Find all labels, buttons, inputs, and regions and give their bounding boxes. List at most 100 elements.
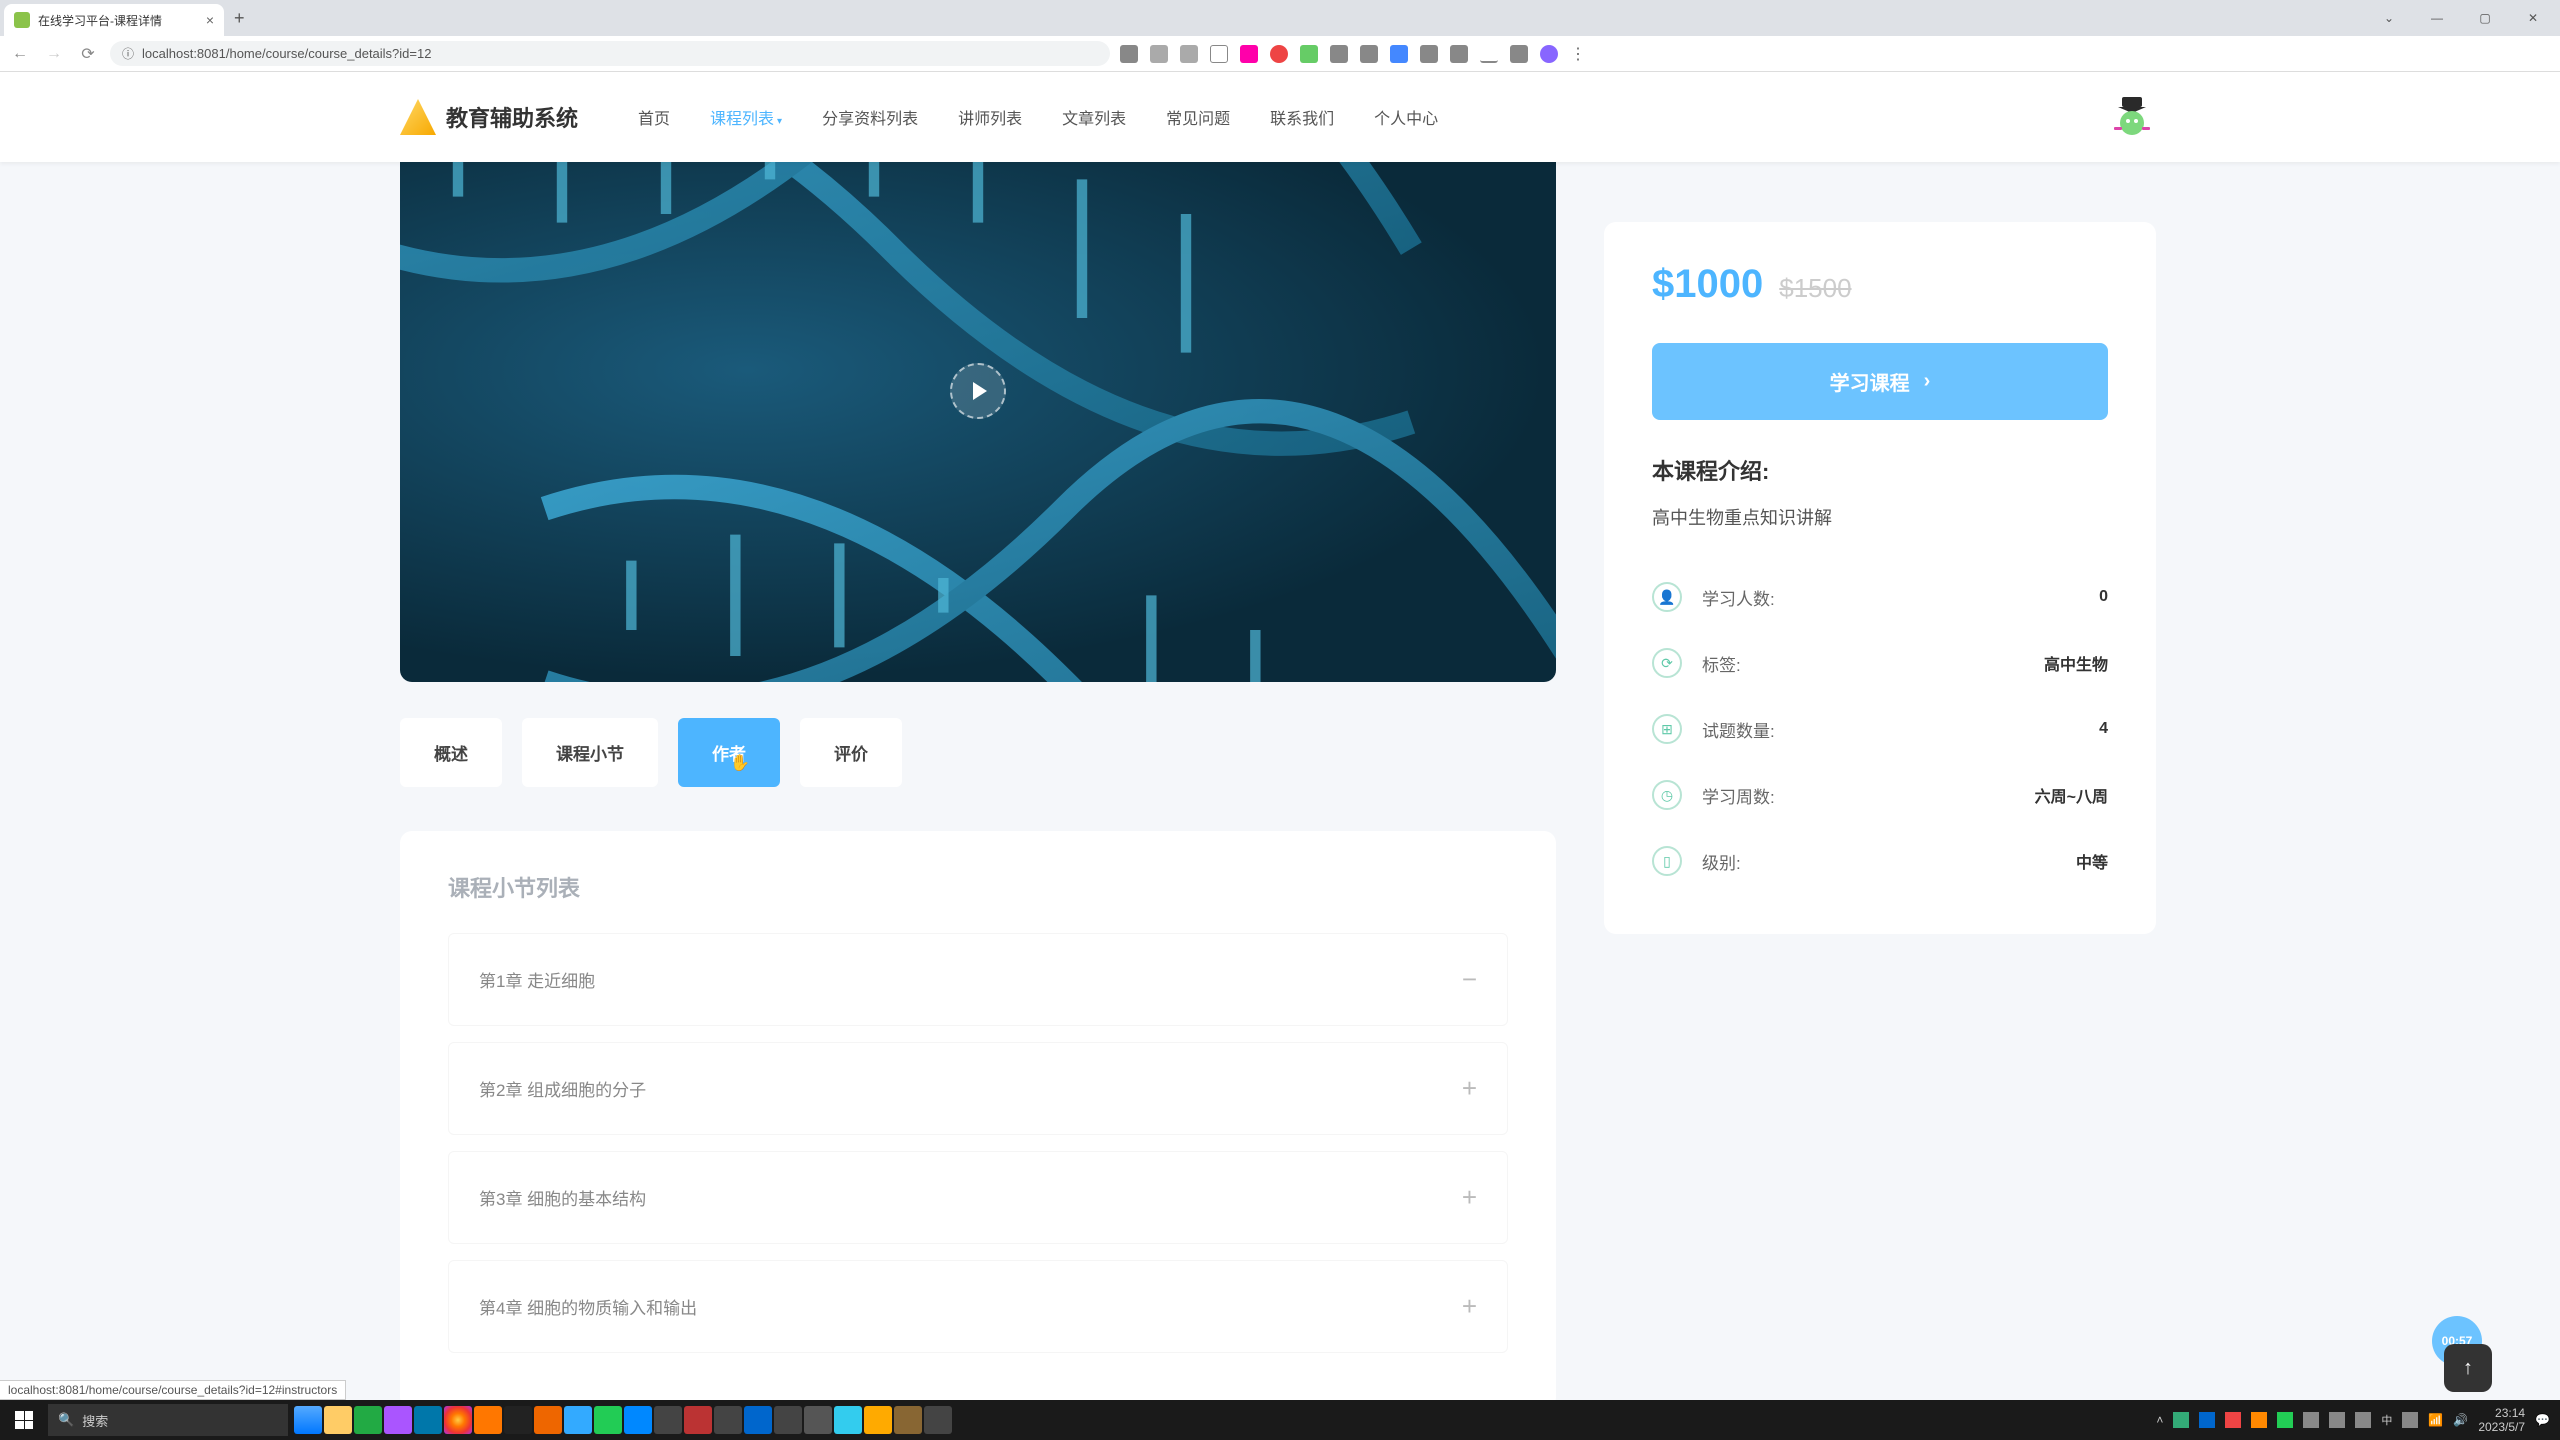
task-icon[interactable] bbox=[684, 1406, 712, 1434]
reload-button[interactable]: ⟳ bbox=[76, 44, 100, 64]
tray-icon[interactable] bbox=[2355, 1412, 2371, 1428]
task-icon[interactable] bbox=[534, 1406, 562, 1434]
share-icon[interactable] bbox=[1180, 45, 1198, 63]
star-icon[interactable] bbox=[1210, 45, 1228, 63]
tray-chevron-icon[interactable]: ˄ bbox=[2156, 1413, 2163, 1427]
translate-icon[interactable] bbox=[1390, 45, 1408, 63]
download-icon[interactable] bbox=[1480, 45, 1498, 63]
task-icon[interactable] bbox=[714, 1406, 742, 1434]
tray-icon[interactable] bbox=[2402, 1412, 2418, 1428]
ext-icon[interactable] bbox=[1150, 45, 1168, 63]
profile-avatar[interactable] bbox=[1540, 45, 1558, 63]
tray-icon[interactable] bbox=[2329, 1412, 2345, 1428]
ext-icon[interactable] bbox=[1330, 45, 1348, 63]
minimize-button[interactable]: — bbox=[2414, 3, 2460, 33]
play-button[interactable] bbox=[950, 363, 1006, 419]
task-icon[interactable] bbox=[504, 1406, 532, 1434]
task-icon[interactable] bbox=[294, 1406, 322, 1434]
logo[interactable]: 教育辅助系统 bbox=[400, 99, 578, 135]
taskbar-clock[interactable]: 23:14 2023/5/7 bbox=[2478, 1406, 2525, 1435]
collapse-icon[interactable]: − bbox=[1462, 964, 1477, 995]
chapter-row[interactable]: 第3章 细胞的基本结构 + bbox=[448, 1151, 1508, 1244]
taskbar-search[interactable]: 🔍 搜索 bbox=[48, 1404, 288, 1436]
nav-home[interactable]: 首页 bbox=[638, 105, 670, 129]
tray-icon[interactable] bbox=[2173, 1412, 2189, 1428]
chevron-down-icon[interactable]: ⌄ bbox=[2366, 3, 2412, 33]
tab-close-icon[interactable]: × bbox=[206, 12, 214, 28]
enroll-button[interactable]: 学习课程 › bbox=[1652, 343, 2108, 420]
ext-icon[interactable] bbox=[1360, 45, 1378, 63]
maximize-button[interactable]: ▢ bbox=[2462, 3, 2508, 33]
url-bar[interactable]: ⓘ localhost:8081/home/course/course_deta… bbox=[110, 41, 1110, 66]
play-icon bbox=[973, 382, 987, 400]
task-icon[interactable] bbox=[414, 1406, 442, 1434]
ext-icon[interactable] bbox=[1240, 45, 1258, 63]
site-info-icon[interactable]: ⓘ bbox=[122, 45, 134, 62]
nav-profile[interactable]: 个人中心 bbox=[1374, 105, 1438, 129]
nav-share[interactable]: 分享资料列表 bbox=[822, 105, 918, 129]
task-icon[interactable] bbox=[624, 1406, 652, 1434]
new-tab-button[interactable]: + bbox=[224, 8, 255, 29]
user-avatar[interactable] bbox=[2104, 93, 2160, 141]
task-icon[interactable] bbox=[384, 1406, 412, 1434]
chapter-row[interactable]: 第1章 走近细胞 − bbox=[448, 933, 1508, 1026]
close-button[interactable]: ✕ bbox=[2510, 3, 2556, 33]
nav-courses[interactable]: 课程列表▾ bbox=[710, 105, 782, 129]
task-icon[interactable] bbox=[444, 1406, 472, 1434]
task-icon[interactable] bbox=[744, 1406, 772, 1434]
expand-icon[interactable]: + bbox=[1462, 1073, 1477, 1104]
start-button[interactable] bbox=[0, 1400, 48, 1440]
task-icon[interactable] bbox=[594, 1406, 622, 1434]
tab-reviews[interactable]: 评价 bbox=[800, 718, 902, 787]
tab-sections[interactable]: 课程小节 bbox=[522, 718, 658, 787]
chapter-row[interactable]: 第2章 组成细胞的分子 + bbox=[448, 1042, 1508, 1135]
browser-tab[interactable]: 在线学习平台-课程详情 × bbox=[4, 4, 224, 36]
task-icon[interactable] bbox=[774, 1406, 802, 1434]
task-icon[interactable] bbox=[834, 1406, 862, 1434]
task-icon[interactable] bbox=[804, 1406, 832, 1434]
nav-articles[interactable]: 文章列表 bbox=[1062, 105, 1126, 129]
task-icon[interactable] bbox=[564, 1406, 592, 1434]
tray-icon[interactable] bbox=[2251, 1412, 2267, 1428]
task-icon[interactable] bbox=[924, 1406, 952, 1434]
task-icon[interactable] bbox=[864, 1406, 892, 1434]
task-icon[interactable] bbox=[354, 1406, 382, 1434]
tray-icon[interactable] bbox=[2199, 1412, 2215, 1428]
notification-icon[interactable]: 💬 bbox=[2535, 1413, 2550, 1427]
task-icon[interactable] bbox=[654, 1406, 682, 1434]
info-value: 中等 bbox=[2076, 849, 2108, 873]
windows-icon bbox=[15, 1411, 33, 1429]
expand-icon[interactable]: + bbox=[1462, 1182, 1477, 1213]
task-icon[interactable] bbox=[324, 1406, 352, 1434]
window-controls: ⌄ — ▢ ✕ bbox=[2366, 3, 2556, 33]
tab-author[interactable]: 作者✋ bbox=[678, 718, 780, 787]
menu-icon[interactable]: ⋮ bbox=[1570, 44, 1586, 64]
tray-volume-icon[interactable]: 🔊 bbox=[2453, 1413, 2468, 1427]
task-icon[interactable] bbox=[894, 1406, 922, 1434]
nav-faq[interactable]: 常见问题 bbox=[1166, 105, 1230, 129]
chapter-row[interactable]: 第4章 细胞的物质输入和输出 + bbox=[448, 1260, 1508, 1353]
ext-icon[interactable] bbox=[1300, 45, 1318, 63]
forward-button[interactable]: → bbox=[42, 45, 66, 63]
tray-icon[interactable] bbox=[2277, 1412, 2293, 1428]
nav-contact[interactable]: 联系我们 bbox=[1270, 105, 1334, 129]
tray-icon[interactable] bbox=[2303, 1412, 2319, 1428]
ext-icon[interactable] bbox=[1270, 45, 1288, 63]
ext-icon[interactable] bbox=[1450, 45, 1468, 63]
tray-wifi-icon[interactable]: 📶 bbox=[2428, 1413, 2443, 1427]
level-icon: ▯ bbox=[1652, 846, 1682, 876]
nav-teachers[interactable]: 讲师列表 bbox=[958, 105, 1022, 129]
tray-icon[interactable] bbox=[2225, 1412, 2241, 1428]
info-value: 4 bbox=[2099, 720, 2108, 738]
tray-ime[interactable]: 中 bbox=[2381, 1412, 2392, 1428]
ext-icon[interactable] bbox=[1120, 45, 1138, 63]
tab-overview[interactable]: 概述 bbox=[400, 718, 502, 787]
expand-icon[interactable]: + bbox=[1462, 1291, 1477, 1322]
scroll-top-button[interactable]: ↑ bbox=[2444, 1344, 2492, 1392]
chapter-title: 第1章 走近细胞 bbox=[479, 967, 595, 992]
page-content: 教育辅助系统 首页 课程列表▾ 分享资料列表 讲师列表 文章列表 常见问题 联系… bbox=[0, 72, 2560, 1402]
ext-icon[interactable] bbox=[1510, 45, 1528, 63]
back-button[interactable]: ← bbox=[8, 45, 32, 63]
task-icon[interactable] bbox=[474, 1406, 502, 1434]
puzzle-icon[interactable] bbox=[1420, 45, 1438, 63]
